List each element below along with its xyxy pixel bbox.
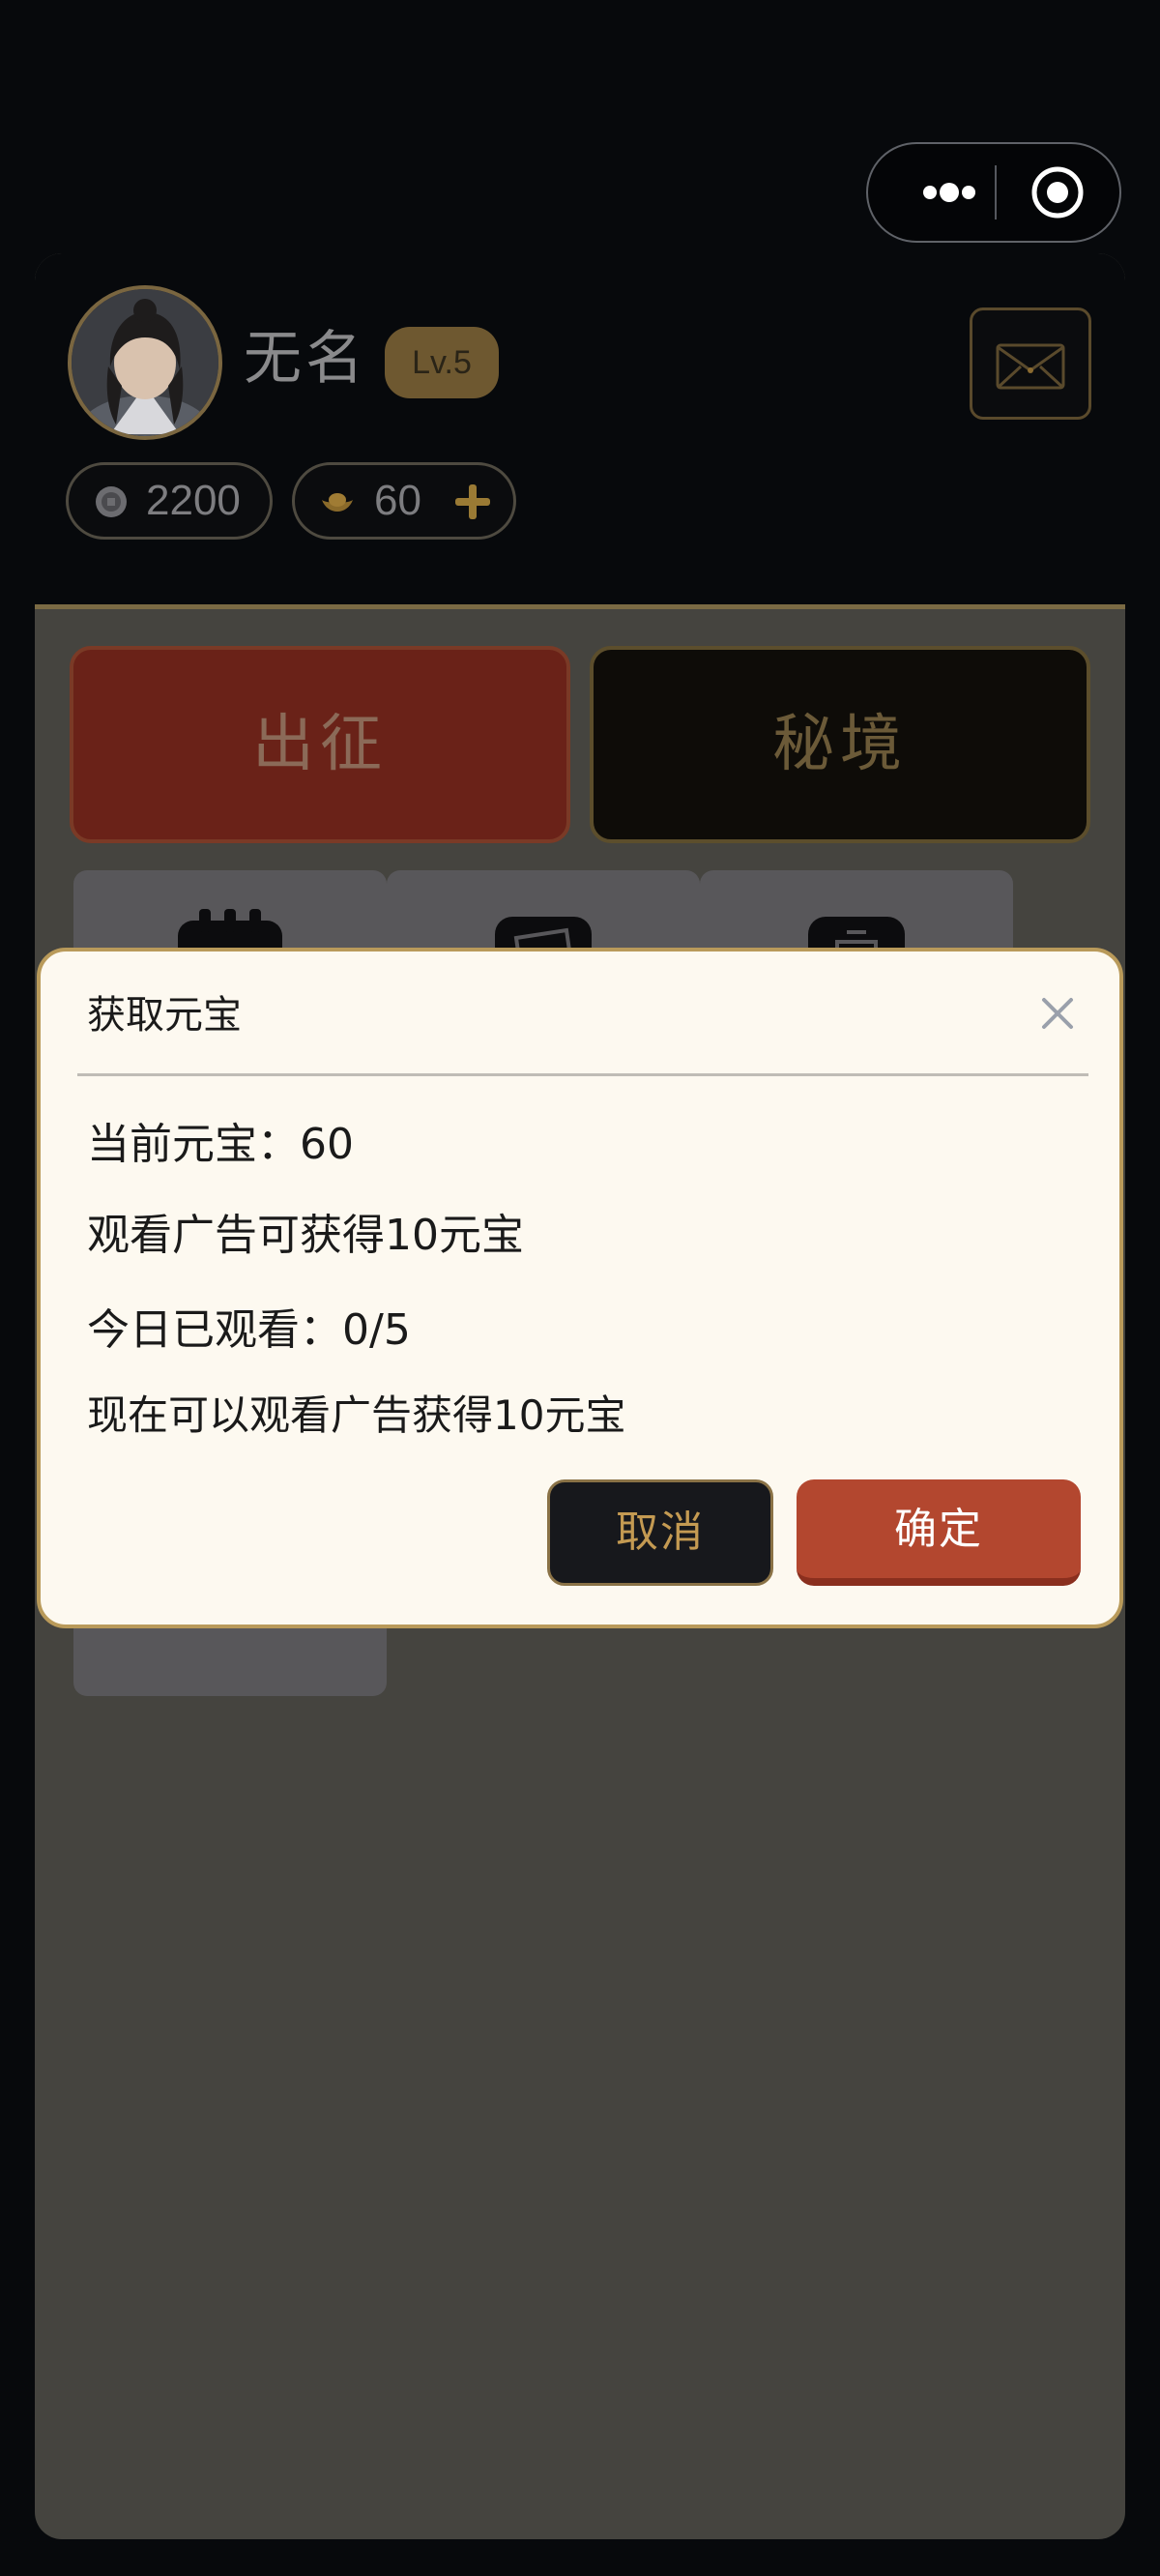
current-ingots-text: 当前元宝：60	[87, 1120, 354, 1169]
gold-ingot-icon	[322, 493, 353, 512]
more-dots-icon[interactable]	[903, 144, 996, 241]
get-ingots-dialog: 获取元宝 当前元宝：60 观看广告可获得10元宝 今日已观看：0/5 现在可以观…	[37, 948, 1123, 1628]
player-name: 无名	[244, 325, 367, 393]
ad-available-text: 现在可以观看广告获得10元宝	[87, 1391, 626, 1439]
capsule-divider	[995, 165, 997, 220]
dialog-divider	[77, 1073, 1088, 1076]
secret-realm-button[interactable]: 秘境	[590, 646, 1090, 843]
confirm-button[interactable]: 确定	[797, 1479, 1081, 1586]
mail-button[interactable]	[970, 307, 1091, 420]
dialog-title: 获取元宝	[87, 993, 242, 1038]
cancel-button[interactable]: 取消	[547, 1479, 773, 1586]
watched-today-text: 今日已观看：0/5	[87, 1305, 411, 1355]
miniprogram-capsule	[866, 142, 1121, 243]
expedition-button[interactable]: 出征	[70, 646, 570, 843]
envelope-icon	[996, 343, 1065, 390]
target-close-icon[interactable]	[1030, 144, 1090, 241]
avatar[interactable]	[68, 285, 222, 440]
ingot-balance: 60	[292, 462, 516, 540]
profile-header: 无名 Lv.5 2200 60	[35, 253, 1125, 609]
close-icon[interactable]	[1036, 992, 1079, 1035]
screen: 无名 Lv.5 2200 60 出征 秘境 获取元宝 当前元宝：60 观看广告可…	[0, 0, 1160, 2576]
coin-count: 2200	[146, 477, 241, 524]
coin-balance: 2200	[66, 462, 273, 540]
ingot-count: 60	[374, 477, 421, 524]
level-badge: Lv.5	[385, 327, 499, 398]
plus-icon[interactable]	[450, 479, 496, 525]
copper-coin-icon	[96, 486, 127, 517]
ad-reward-text: 观看广告可获得10元宝	[87, 1211, 524, 1260]
